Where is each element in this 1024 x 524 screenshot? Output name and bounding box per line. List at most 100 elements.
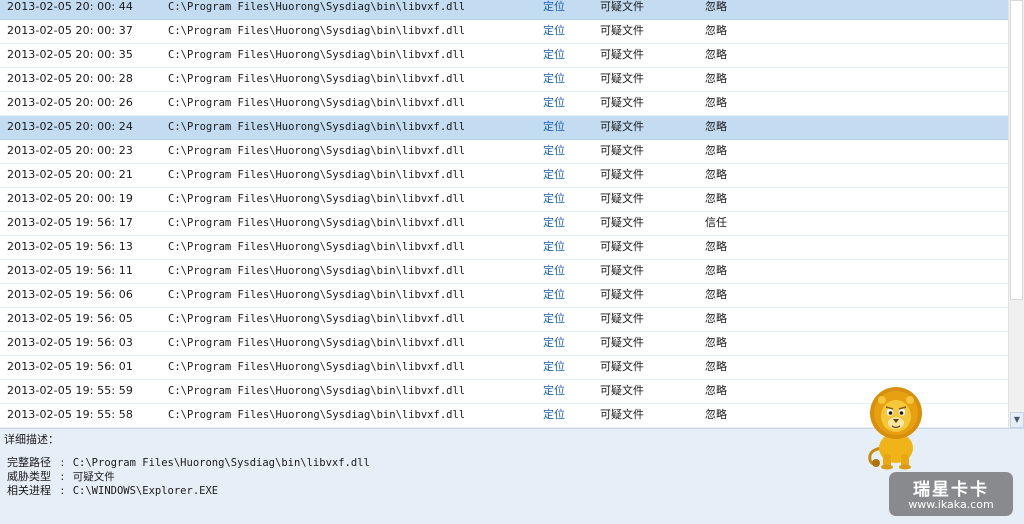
- row-threat-type: 可疑文件: [600, 336, 644, 349]
- log-row[interactable]: 2013-02-05 20: 00: 19 C:\Program Files\Hu…: [0, 188, 1008, 212]
- row-file-path: C:\Program Files\Huorong\Sysdiag\bin\lib…: [168, 169, 466, 181]
- row-time: 2013-02-05 20: 00: 21: [7, 168, 133, 181]
- log-row[interactable]: 2013-02-05 19: 56: 01 C:\Program Files\Hu…: [0, 356, 1008, 380]
- row-time: 2013-02-05 19: 55: 59: [7, 384, 133, 397]
- locate-link[interactable]: 定位: [543, 68, 565, 90]
- arrow-down-icon[interactable]: ▼: [1010, 412, 1024, 428]
- locate-link[interactable]: 定位: [543, 20, 565, 42]
- log-row[interactable]: 2013-02-05 20: 00: 44 C:\Program Files\Hu…: [0, 0, 1008, 20]
- detail-process: 相关进程 : C:\WINDOWS\Explorer.EXE: [7, 482, 218, 498]
- log-row[interactable]: 2013-02-05 20: 00: 28 C:\Program Files\Hu…: [0, 68, 1008, 92]
- log-row[interactable]: 2013-02-05 20: 00: 35 C:\Program Files\Hu…: [0, 44, 1008, 68]
- locate-link[interactable]: 定位: [543, 404, 565, 426]
- lion-mascot-icon[interactable]: [862, 386, 930, 470]
- row-threat-type: 可疑文件: [600, 264, 644, 277]
- row-action: 忽略: [705, 408, 727, 421]
- row-action: 忽略: [705, 384, 727, 397]
- detail-value: C:\WINDOWS\Explorer.EXE: [72, 485, 219, 497]
- locate-link[interactable]: 定位: [543, 212, 565, 234]
- locate-link[interactable]: 定位: [543, 260, 565, 282]
- locate-link[interactable]: 定位: [543, 116, 565, 138]
- row-time: 2013-02-05 20: 00: 23: [7, 144, 133, 157]
- row-threat-type: 可疑文件: [600, 360, 644, 373]
- row-time: 2013-02-05 19: 56: 03: [7, 336, 133, 349]
- row-file-path: C:\Program Files\Huorong\Sysdiag\bin\lib…: [168, 73, 466, 85]
- scan-log-list[interactable]: 2013-02-05 20: 00: 44 C:\Program Files\Hu…: [0, 0, 1008, 428]
- detail-label: 相关进程: [7, 484, 51, 497]
- row-file-path: C:\Program Files\Huorong\Sysdiag\bin\lib…: [168, 193, 466, 205]
- log-row[interactable]: 2013-02-05 19: 56: 13 C:\Program Files\Hu…: [0, 236, 1008, 260]
- watermark-title: 瑞星卡卡: [913, 480, 989, 500]
- row-action: 忽略: [705, 264, 727, 277]
- row-time: 2013-02-05 19: 56: 06: [7, 288, 133, 301]
- row-threat-type: 可疑文件: [600, 72, 644, 85]
- row-threat-type: 可疑文件: [600, 216, 644, 229]
- row-time: 2013-02-05 19: 56: 11: [7, 264, 133, 277]
- row-file-path: C:\Program Files\Huorong\Sysdiag\bin\lib…: [168, 289, 466, 301]
- row-action: 忽略: [705, 24, 727, 37]
- log-row[interactable]: 2013-02-05 19: 56: 05 C:\Program Files\Hu…: [0, 308, 1008, 332]
- locate-link[interactable]: 定位: [543, 188, 565, 210]
- vertical-scrollbar[interactable]: ▼: [1008, 0, 1024, 428]
- row-file-path: C:\Program Files\Huorong\Sysdiag\bin\lib…: [168, 361, 466, 373]
- mascot-pupil: [899, 411, 904, 415]
- row-time: 2013-02-05 20: 00: 44: [7, 0, 133, 13]
- locate-link[interactable]: 定位: [543, 284, 565, 306]
- row-action: 忽略: [705, 96, 727, 109]
- locate-link[interactable]: 定位: [543, 356, 565, 378]
- mascot-ear: [906, 396, 914, 404]
- mascot-paw: [899, 464, 911, 470]
- detail-value: C:\Program Files\Huorong\Sysdiag\bin\lib…: [72, 457, 370, 469]
- locate-link[interactable]: 定位: [543, 92, 565, 114]
- locate-link[interactable]: 定位: [543, 236, 565, 258]
- row-action: 信任: [705, 216, 727, 229]
- row-action: 忽略: [705, 48, 727, 61]
- row-file-path: C:\Program Files\Huorong\Sysdiag\bin\lib…: [168, 337, 466, 349]
- row-threat-type: 可疑文件: [600, 0, 644, 13]
- watermark-badge: 瑞星卡卡 www.ikaka.com: [889, 472, 1013, 516]
- row-file-path: C:\Program Files\Huorong\Sysdiag\bin\lib…: [168, 1, 466, 13]
- log-row[interactable]: 2013-02-05 20: 00: 23 C:\Program Files\Hu…: [0, 140, 1008, 164]
- log-row[interactable]: 2013-02-05 19: 55: 59 C:\Program Files\Hu…: [0, 380, 1008, 404]
- row-file-path: C:\Program Files\Huorong\Sysdiag\bin\lib…: [168, 385, 466, 397]
- mascot-pupil: [888, 411, 893, 415]
- log-row[interactable]: 2013-02-05 19: 56: 06 C:\Program Files\Hu…: [0, 284, 1008, 308]
- row-file-path: C:\Program Files\Huorong\Sysdiag\bin\lib…: [168, 241, 466, 253]
- locate-link[interactable]: 定位: [543, 380, 565, 402]
- row-threat-type: 可疑文件: [600, 408, 644, 421]
- log-row[interactable]: 2013-02-05 20: 00: 24 C:\Program Files\Hu…: [0, 116, 1008, 140]
- row-threat-type: 可疑文件: [600, 24, 644, 37]
- log-row[interactable]: 2013-02-05 19: 55: 58 C:\Program Files\Hu…: [0, 404, 1008, 428]
- row-file-path: C:\Program Files\Huorong\Sysdiag\bin\lib…: [168, 97, 466, 109]
- row-threat-type: 可疑文件: [600, 288, 644, 301]
- row-time: 2013-02-05 19: 56: 17: [7, 216, 133, 229]
- locate-link[interactable]: 定位: [543, 164, 565, 186]
- row-threat-type: 可疑文件: [600, 96, 644, 109]
- log-row[interactable]: 2013-02-05 20: 00: 21 C:\Program Files\Hu…: [0, 164, 1008, 188]
- row-action: 忽略: [705, 72, 727, 85]
- scrollbar-thumb[interactable]: [1010, 0, 1023, 300]
- mascot-tail-tuft: [872, 459, 880, 467]
- row-threat-type: 可疑文件: [600, 240, 644, 253]
- row-file-path: C:\Program Files\Huorong\Sysdiag\bin\lib…: [168, 145, 466, 157]
- row-file-path: C:\Program Files\Huorong\Sysdiag\bin\lib…: [168, 217, 466, 229]
- row-threat-type: 可疑文件: [600, 48, 644, 61]
- detail-separator: :: [60, 484, 65, 497]
- log-row[interactable]: 2013-02-05 20: 00: 26 C:\Program Files\Hu…: [0, 92, 1008, 116]
- log-row[interactable]: 2013-02-05 19: 56: 03 C:\Program Files\Hu…: [0, 332, 1008, 356]
- log-row[interactable]: 2013-02-05 19: 56: 17 C:\Program Files\Hu…: [0, 212, 1008, 236]
- locate-link[interactable]: 定位: [543, 0, 565, 18]
- locate-link[interactable]: 定位: [543, 44, 565, 66]
- log-row[interactable]: 2013-02-05 19: 56: 11 C:\Program Files\Hu…: [0, 260, 1008, 284]
- locate-link[interactable]: 定位: [543, 332, 565, 354]
- locate-link[interactable]: 定位: [543, 140, 565, 162]
- row-threat-type: 可疑文件: [600, 168, 644, 181]
- row-threat-type: 可疑文件: [600, 384, 644, 397]
- row-threat-type: 可疑文件: [600, 120, 644, 133]
- details-title: 详细描述：: [4, 433, 59, 446]
- row-time: 2013-02-05 19: 56: 13: [7, 240, 133, 253]
- log-row[interactable]: 2013-02-05 20: 00: 37 C:\Program Files\Hu…: [0, 20, 1008, 44]
- row-action: 忽略: [705, 144, 727, 157]
- locate-link[interactable]: 定位: [543, 308, 565, 330]
- row-threat-type: 可疑文件: [600, 192, 644, 205]
